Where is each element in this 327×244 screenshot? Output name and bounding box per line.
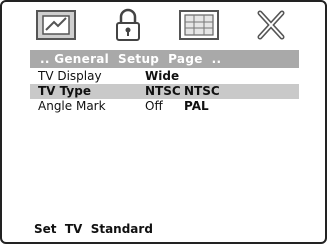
menu-item-angle-mark[interactable]: Angle Mark Off PAL <box>30 99 299 114</box>
setup-menu-screen: .. General Setup Page .. TV Display Wide… <box>0 0 327 244</box>
menu-item-value: NTSC <box>145 84 181 98</box>
menu-item-label: TV Type <box>38 84 91 98</box>
preference-icon[interactable] <box>175 6 223 44</box>
submenu-option-pal[interactable]: PAL <box>184 99 209 114</box>
exit-icon[interactable] <box>247 6 295 44</box>
menu-item-tv-type[interactable]: TV Type NTSC NTSC <box>30 84 299 99</box>
page-title: .. General Setup Page .. <box>30 50 299 68</box>
menu-item-label: TV Display <box>38 69 102 83</box>
general-setup-icon[interactable] <box>32 6 80 44</box>
lock-icon[interactable] <box>104 6 152 44</box>
setup-icon-bar <box>2 2 325 48</box>
status-hint: Set TV Standard <box>34 222 153 236</box>
menu-item-tv-display[interactable]: TV Display Wide <box>30 69 299 84</box>
menu-item-value: Wide <box>145 69 180 83</box>
menu-item-label: Angle Mark <box>38 99 106 113</box>
setup-menu-list: TV Display Wide TV Type NTSC NTSC Angle … <box>30 69 299 114</box>
submenu-option-ntsc[interactable]: NTSC <box>184 84 220 99</box>
menu-item-value: Off <box>145 99 163 113</box>
